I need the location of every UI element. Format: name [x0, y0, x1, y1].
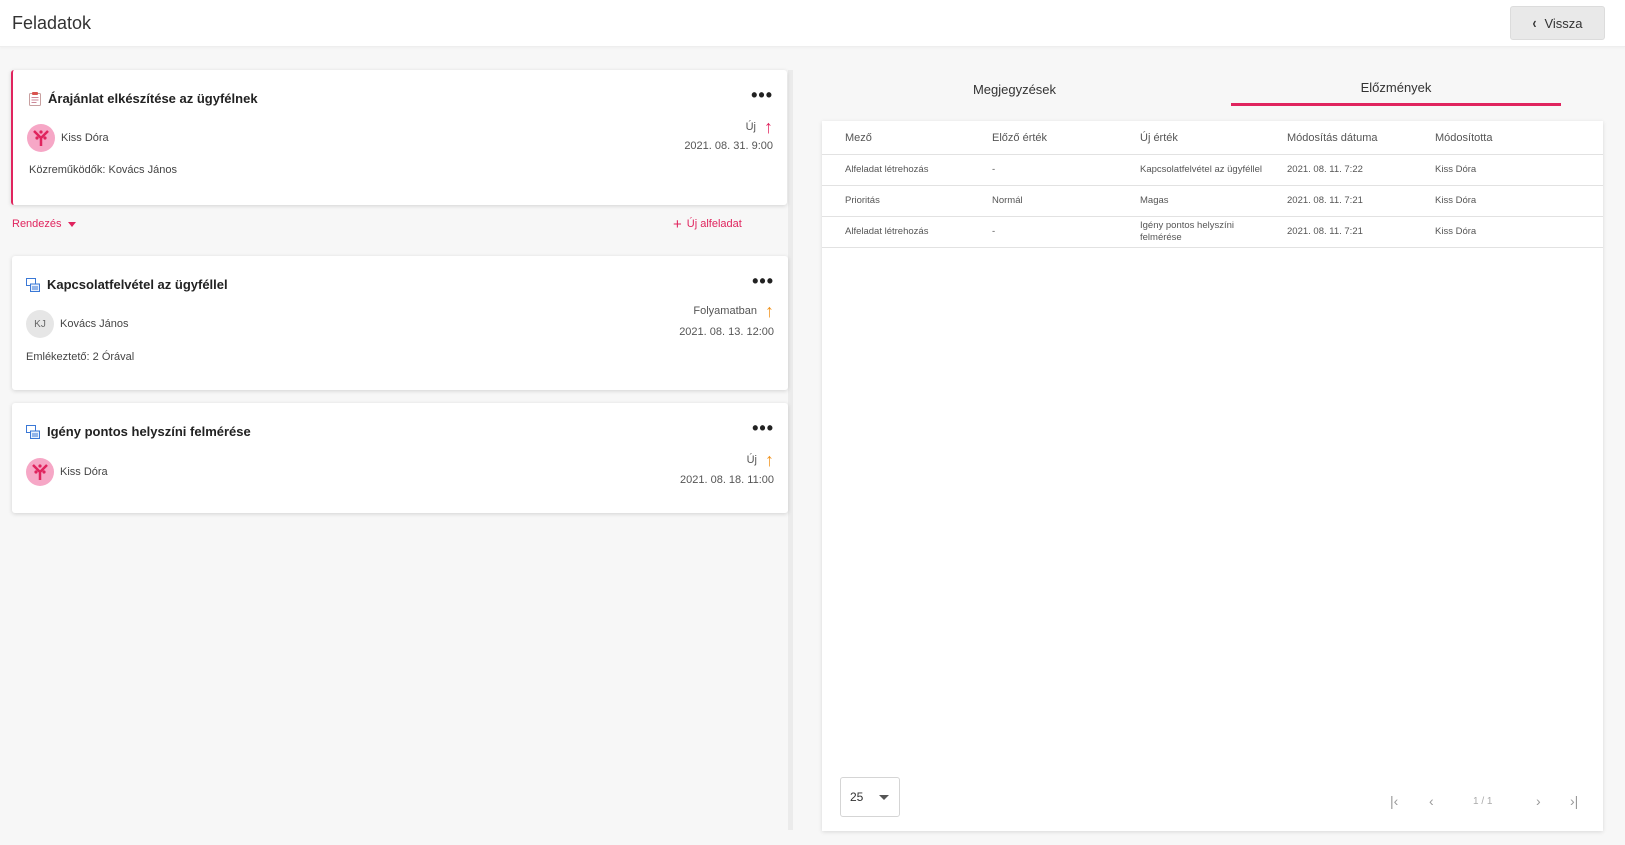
- history-table-panel: Mező Előző érték Új érték Módosítás dátu…: [822, 121, 1603, 831]
- more-horizontal-icon[interactable]: •••: [752, 419, 774, 437]
- avatar: [27, 124, 55, 152]
- subtask-status: Új ↑: [746, 450, 774, 470]
- table-cell: Kiss Dóra: [1435, 226, 1477, 237]
- page-size-select[interactable]: 25: [840, 777, 900, 817]
- subtask-title: Kapcsolatfelvétel az ügyféllel: [47, 277, 228, 292]
- subtask-reminder: Emlékeztető: 2 Órával: [26, 351, 135, 363]
- tab-bar: Megjegyzések Előzmények: [818, 72, 1561, 106]
- top-bar: Feladatok ‹ Vissza: [0, 0, 1625, 47]
- tab-notes[interactable]: Megjegyzések: [818, 72, 1211, 106]
- new-subtask-button[interactable]: + Új alfeladat: [673, 215, 742, 233]
- table-cell: -: [992, 226, 996, 237]
- assignee-name: Kiss Dóra: [60, 466, 108, 478]
- column-header[interactable]: Mező: [845, 121, 872, 154]
- subtask-title-row: Igény pontos helyszíni felmérése: [26, 424, 251, 439]
- page-title: Feladatok: [12, 13, 92, 33]
- main-task-assignee: Kiss Dóra: [27, 124, 109, 152]
- prev-page-button[interactable]: ‹: [1429, 793, 1434, 809]
- main-task-status: Új ↑: [745, 117, 773, 137]
- arrow-up-icon: ↑: [765, 450, 774, 470]
- main-task-card[interactable]: Árajánlat elkészítése az ügyfélnek ••• K…: [11, 70, 787, 205]
- more-horizontal-icon[interactable]: •••: [751, 86, 773, 104]
- subtask-assignee: KJ Kovács János: [26, 310, 128, 338]
- table-cell: Kiss Dóra: [1435, 195, 1477, 206]
- status-label: Folyamatban: [693, 305, 757, 317]
- page-size-value: 25: [850, 790, 864, 804]
- table-cell: 2021. 08. 11. 7:21: [1287, 226, 1363, 237]
- arrow-up-icon: ↑: [764, 117, 773, 137]
- table-cell: 2021. 08. 11. 7:22: [1287, 164, 1363, 175]
- arrow-up-icon: ↑: [765, 301, 774, 321]
- avatar-pattern-icon: [33, 130, 49, 146]
- back-button-label: Vissza: [1544, 15, 1583, 31]
- tab-history[interactable]: Előzmények: [1231, 72, 1561, 106]
- main-task-contributors: Közreműködők: Kovács János: [29, 164, 177, 176]
- column-header[interactable]: Előző érték: [992, 121, 1047, 154]
- last-page-button[interactable]: ›|: [1570, 793, 1578, 809]
- table-cell: Normál: [992, 195, 1023, 206]
- subtask-status: Folyamatban ↑: [693, 301, 774, 321]
- table-cell: Alfeladat létrehozás: [845, 226, 929, 237]
- main-task-title: Árajánlat elkészítése az ügyfélnek: [48, 91, 258, 106]
- task-document-icon: [29, 91, 41, 106]
- new-subtask-label: Új alfeladat: [686, 218, 742, 230]
- main-task-date: 2021. 08. 31. 9:00: [684, 140, 773, 152]
- table-cell: Magas: [1140, 195, 1169, 206]
- chevron-left-icon: ‹: [1532, 13, 1537, 33]
- table-cell: Kapcsolatfelvétel az ügyféllel: [1140, 164, 1262, 175]
- column-header[interactable]: Módosítás dátuma: [1287, 121, 1378, 154]
- back-button[interactable]: ‹ Vissza: [1510, 6, 1605, 40]
- column-header[interactable]: Új érték: [1140, 121, 1178, 154]
- avatar: [26, 458, 54, 486]
- assignee-name: Kiss Dóra: [61, 132, 109, 144]
- avatar-pattern-icon: [32, 464, 48, 480]
- subtask-title-row: Kapcsolatfelvétel az ügyféllel: [26, 277, 228, 292]
- more-horizontal-icon[interactable]: •••: [752, 272, 774, 290]
- column-header[interactable]: Módosította: [1435, 121, 1492, 154]
- assignee-name: Kovács János: [60, 318, 129, 330]
- table-cell: Igény pontos helyszíni felmérése: [1140, 220, 1235, 243]
- table-cell: Prioritás: [845, 195, 880, 206]
- table-row[interactable]: Prioritás Normál Magas 2021. 08. 11. 7:2…: [822, 186, 1603, 217]
- subtask-card[interactable]: Igény pontos helyszíni felmérése ••• Kis…: [12, 403, 788, 513]
- status-label: Új: [746, 454, 757, 466]
- table-cell: 2021. 08. 11. 7:21: [1287, 195, 1363, 206]
- plus-icon: +: [673, 215, 682, 233]
- table-cell: Alfeladat létrehozás: [845, 164, 929, 175]
- subtask-assignee: Kiss Dóra: [26, 458, 108, 486]
- caret-down-icon: [67, 221, 76, 227]
- subtask-icon: [26, 424, 40, 439]
- next-page-button[interactable]: ›: [1536, 793, 1541, 809]
- avatar: KJ: [26, 310, 54, 338]
- scrollbar[interactable]: [788, 70, 793, 830]
- subtask-card[interactable]: Kapcsolatfelvétel az ügyféllel ••• KJ Ko…: [12, 256, 788, 390]
- table-cell: Kiss Dóra: [1435, 164, 1477, 175]
- subtask-date: 2021. 08. 13. 12:00: [679, 326, 774, 338]
- table-header: Mező Előző érték Új érték Módosítás dátu…: [822, 121, 1603, 155]
- table-row[interactable]: Alfeladat létrehozás - Kapcsolatfelvétel…: [822, 155, 1603, 186]
- main-task-title-row: Árajánlat elkészítése az ügyfélnek: [29, 91, 258, 106]
- table-cell: -: [992, 164, 996, 175]
- table-row[interactable]: Alfeladat létrehozás - Igény pontos hely…: [822, 217, 1603, 248]
- subtask-title: Igény pontos helyszíni felmérése: [47, 424, 251, 439]
- status-label: Új: [745, 121, 756, 133]
- caret-down-icon: [879, 795, 889, 800]
- subtask-date: 2021. 08. 18. 11:00: [680, 474, 774, 486]
- sort-button[interactable]: Rendezés: [12, 218, 76, 230]
- sort-label: Rendezés: [12, 218, 62, 230]
- subtask-icon: [26, 277, 40, 292]
- page-info: 1 / 1: [1473, 796, 1493, 807]
- first-page-button[interactable]: |‹: [1390, 793, 1398, 809]
